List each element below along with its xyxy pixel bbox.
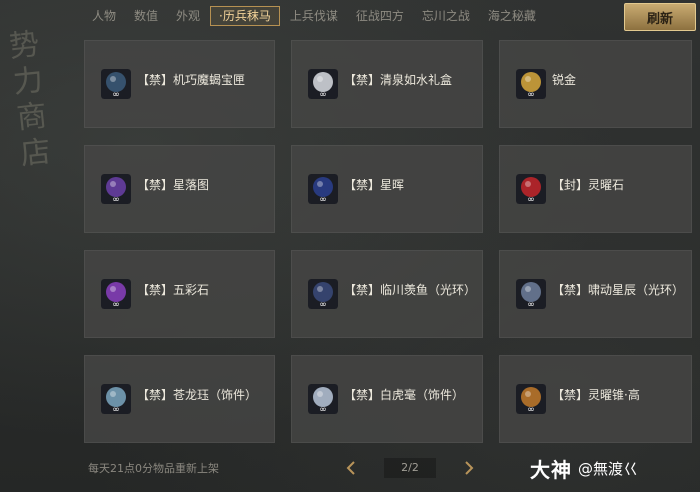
refresh-button[interactable]: 刷新 [624,3,696,31]
chevron-right-icon [465,461,474,475]
item-name: 【禁】星晖 [344,178,405,192]
svg-text:∞: ∞ [527,90,535,99]
watermark-brand: 大神 [530,457,572,482]
title-char: 力 [11,62,45,101]
gold-ingot-icon: ∞ [516,69,546,99]
item-name: 【禁】啸动星辰（光环） [552,283,685,297]
shop-item-card[interactable]: ∞ 【禁】白虎毫（饰件） [291,355,483,443]
shop-item-card[interactable]: ∞ 【禁】机巧魔蝎宝匣 [84,40,275,128]
white-tiger-brush-icon: ∞ [308,384,338,414]
watermark-user: @無渡巜 [578,459,639,478]
tab-wangchuan-battle[interactable]: 忘川之战 [414,6,478,26]
tab-sea-treasure[interactable]: 海之秘藏 [480,6,544,26]
star-radiance-icon: ∞ [308,174,338,204]
item-name: 【封】灵曜石 [552,178,625,192]
tab-characters[interactable]: 人物 [84,6,124,26]
svg-text:∞: ∞ [527,300,535,309]
rainbow-stone-icon: ∞ [101,279,131,309]
item-name: 锐金 [552,73,577,87]
restock-notice: 每天21点0分物品重新上架 [88,462,219,475]
fish-halo-icon: ∞ [308,279,338,309]
svg-text:∞: ∞ [112,405,120,414]
title-char: 势 [7,26,42,65]
item-grid: ∞ 【禁】机巧魔蝎宝匣 ∞ 【禁】清泉如水礼盒 ∞ 锐金 ∞ 【禁】星落图 ∞ 【禁】星晖… [84,40,696,443]
shop-item-card[interactable]: ∞ 【封】灵曜石 [499,145,692,233]
item-name: 【禁】白虎毫（饰件） [344,388,465,402]
spirit-awl-icon: ∞ [516,384,546,414]
svg-text:∞: ∞ [112,195,120,204]
title-char: 店 [18,134,53,173]
item-name: 【禁】临川羡鱼（光环） [344,283,477,297]
shop-item-card[interactable]: ∞ 【禁】灵曜锥·高 [499,355,692,443]
azure-dragon-jade-icon: ∞ [101,384,131,414]
prev-page-button[interactable] [340,457,362,479]
shop-item-card[interactable]: ∞ 【禁】苍龙珏（饰件） [84,355,275,443]
svg-text:∞: ∞ [527,195,535,204]
shop-item-card[interactable]: ∞ 【禁】临川羡鱼（光环） [291,250,483,338]
red-spirit-stone-icon: ∞ [516,174,546,204]
svg-text:∞: ∞ [319,195,327,204]
svg-text:∞: ∞ [112,300,120,309]
next-page-button[interactable] [458,457,480,479]
item-name: 【禁】苍龙珏（饰件） [137,388,258,402]
page-indicator: 2/2 [384,458,436,478]
svg-text:∞: ∞ [319,405,327,414]
item-name: 【禁】星落图 [137,178,210,192]
mechanical-scorpion-box-icon: ∞ [101,69,131,99]
chevron-left-icon [346,461,355,475]
svg-text:∞: ∞ [319,300,327,309]
star-fall-chart-icon: ∞ [101,174,131,204]
pagination: 2/2 [340,455,480,481]
tab-stats[interactable]: 数值 [126,6,166,26]
shop-item-card[interactable]: ∞ 【禁】清泉如水礼盒 [291,40,483,128]
item-name: 【禁】灵曜锥·高 [552,388,640,402]
svg-text:∞: ∞ [112,90,120,99]
item-name: 【禁】五彩石 [137,283,210,297]
shop-item-card[interactable]: ∞ 【禁】啸动星辰（光环） [499,250,692,338]
svg-text:∞: ∞ [527,405,535,414]
item-name: 【禁】清泉如水礼盒 [344,73,453,87]
white-robe-gift-box-icon: ∞ [308,69,338,99]
tab-military-prep[interactable]: ·历兵秣马 [210,6,280,26]
shop-item-card[interactable]: ∞ 锐金 [499,40,692,128]
tab-strategy[interactable]: 上兵伐谋 [282,6,346,26]
item-name: 【禁】机巧魔蝎宝匣 [137,73,246,87]
star-halo-icon: ∞ [516,279,546,309]
watermark: 大神 @無渡巜 [530,452,638,484]
shop-item-card[interactable]: ∞ 【禁】星晖 [291,145,483,233]
shop-item-card[interactable]: ∞ 【禁】五彩石 [84,250,275,338]
tab-campaign[interactable]: 征战四方 [348,6,412,26]
svg-text:∞: ∞ [319,90,327,99]
category-tab-bar: 人物 数值 外观 ·历兵秣马 上兵伐谋 征战四方 忘川之战 海之秘藏 [84,4,614,28]
tab-appearance[interactable]: 外观 [168,6,208,26]
shop-item-card[interactable]: ∞ 【禁】星落图 [84,145,275,233]
title-char: 商 [15,98,49,137]
